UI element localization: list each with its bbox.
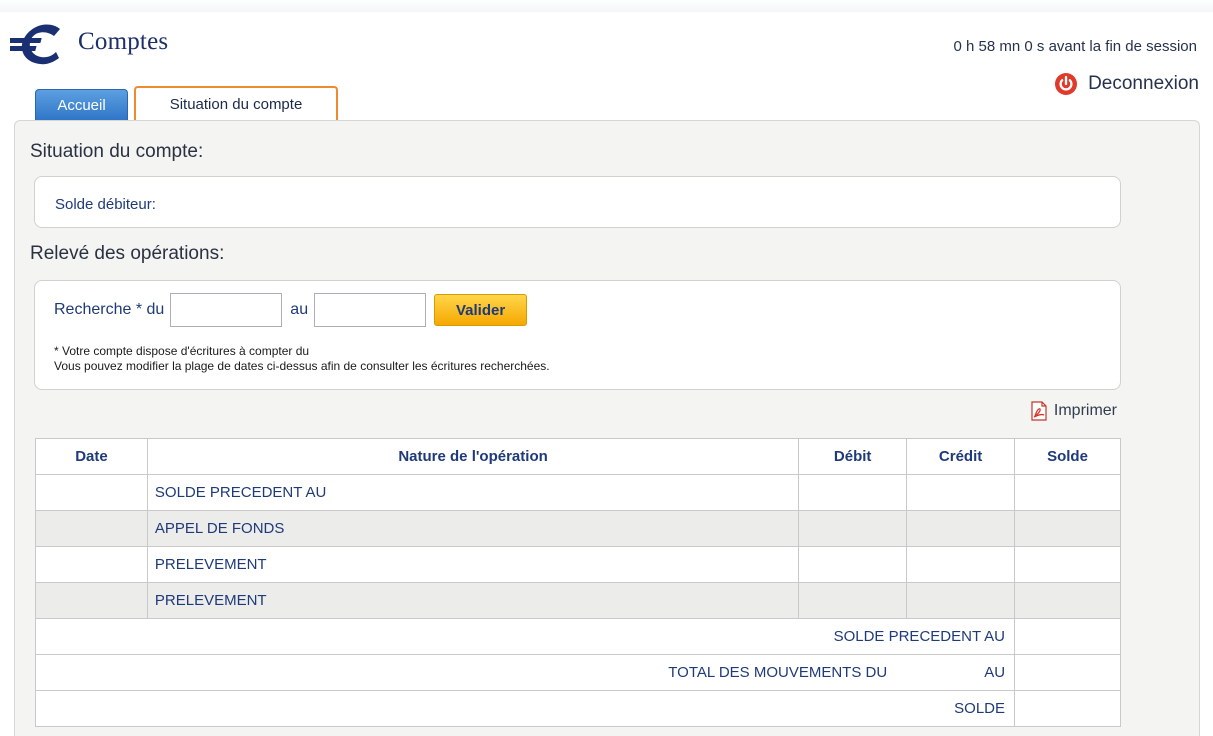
- balance-label: Solde débiteur:: [55, 196, 156, 213]
- table-row: APPEL DE FONDS: [35, 510, 1121, 547]
- balance-summary-value: [1014, 690, 1121, 727]
- column-header-date: Date: [35, 438, 148, 475]
- total-movements-to-label: AU: [984, 664, 1006, 681]
- summary-row-previous-balance: SOLDE PRECEDENT AU: [34, 618, 1121, 655]
- pdf-icon: [1031, 401, 1047, 421]
- cell-debit: [798, 474, 908, 511]
- cell-solde: [1014, 474, 1121, 511]
- total-movements-label: TOTAL DES MOUVEMENTS DU: [668, 664, 888, 681]
- table-header-row: Date Nature de l'opération Débit Crédit …: [35, 438, 1121, 475]
- search-row: Recherche * du au Valider: [54, 293, 528, 327]
- cell-nature: SOLDE PRECEDENT AU: [146, 474, 800, 511]
- power-icon: [1055, 73, 1078, 95]
- cell-debit: [798, 546, 908, 583]
- tab-accueil[interactable]: Accueil: [35, 89, 128, 120]
- cell-credit: [906, 546, 1016, 583]
- total-movements-value: [1014, 654, 1121, 691]
- cell-solde: [1014, 510, 1121, 547]
- cell-debit: [798, 510, 908, 547]
- cell-nature: PRELEVEMENT: [146, 582, 800, 619]
- logout-label: Deconnexion: [1088, 73, 1199, 94]
- session-timer: 0 h 58 mn 0 s avant la fin de session: [953, 38, 1197, 55]
- cell-date: [35, 510, 148, 547]
- column-header-credit: Crédit: [906, 438, 1016, 475]
- column-header-debit: Débit: [798, 438, 908, 475]
- account-status-heading: Situation du compte:: [30, 141, 204, 162]
- table-row: PRELEVEMENT: [35, 546, 1121, 583]
- previous-balance-label: SOLDE PRECEDENT AU: [34, 618, 1016, 655]
- cell-debit: [798, 582, 908, 619]
- cell-credit: [906, 510, 1016, 547]
- date-to-input[interactable]: [314, 293, 427, 327]
- cell-solde: [1014, 582, 1121, 619]
- search-box: Recherche * du au Valider * Votre compte…: [34, 280, 1121, 390]
- operations-heading: Relevé des opérations:: [30, 243, 225, 264]
- print-link[interactable]: Imprimer: [1029, 401, 1117, 421]
- search-note-1: * Votre compte dispose d'écritures à com…: [54, 344, 310, 358]
- balance-box: Solde débiteur:: [34, 176, 1121, 228]
- validate-button[interactable]: Valider: [434, 294, 528, 326]
- cell-credit: [906, 474, 1016, 511]
- euro-icon: [10, 24, 60, 65]
- previous-balance-value: [1014, 618, 1121, 655]
- cell-solde: [1014, 546, 1121, 583]
- column-header-nature: Nature de l'opération: [146, 438, 800, 475]
- logout-button[interactable]: Deconnexion: [1054, 70, 1199, 98]
- total-movements-cell: TOTAL DES MOUVEMENTS DU AU: [34, 654, 1016, 691]
- cell-nature: PRELEVEMENT: [146, 546, 800, 583]
- search-from-label: Recherche * du: [54, 301, 165, 318]
- column-header-solde: Solde: [1014, 438, 1121, 475]
- print-label: Imprimer: [1053, 402, 1117, 419]
- cell-date: [35, 546, 148, 583]
- table-row: SOLDE PRECEDENT AU: [35, 474, 1121, 511]
- app-title: Comptes: [78, 28, 169, 55]
- cell-date: [35, 582, 148, 619]
- table-row: PRELEVEMENT: [35, 582, 1121, 619]
- search-to-label: au: [290, 301, 309, 318]
- cell-nature: APPEL DE FONDS: [146, 510, 800, 547]
- balance-summary-label: SOLDE: [34, 690, 1016, 727]
- search-note-2: Vous pouvez modifier la plage de dates c…: [54, 359, 550, 373]
- date-from-input[interactable]: [170, 293, 283, 327]
- cell-credit: [906, 582, 1016, 619]
- tab-situation-du-compte[interactable]: Situation du compte: [134, 86, 338, 120]
- main-panel: Situation du compte: Solde débiteur: Rel…: [14, 120, 1200, 736]
- summary-row-total-movements: TOTAL DES MOUVEMENTS DU AU: [34, 654, 1121, 691]
- cell-date: [35, 474, 148, 511]
- summary-row-balance: SOLDE: [34, 690, 1121, 727]
- operations-table: Date Nature de l'opération Débit Crédit …: [34, 438, 1121, 727]
